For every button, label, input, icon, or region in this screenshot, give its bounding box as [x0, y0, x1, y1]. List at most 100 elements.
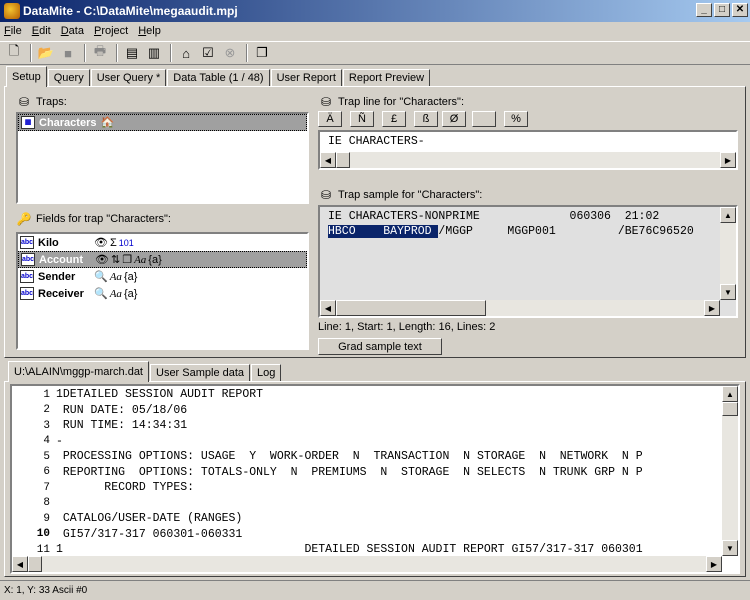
field-item-kilo[interactable]: abc Kilo 👁 Σ 101	[18, 234, 307, 251]
editor-line[interactable]: 5 PROCESSING OPTIONS: USAGE Y WORK-ORDER…	[12, 449, 738, 465]
scroll-down-icon[interactable]: ▼	[720, 284, 736, 300]
editor-line[interactable]: 7 RECORD TYPES:	[12, 480, 738, 496]
data-editor[interactable]: 1 1DETAILED SESSION AUDIT REPORT 2 RUN DAT…	[10, 384, 740, 574]
open-folder-icon[interactable]: 📂	[36, 43, 56, 63]
print-icon[interactable]: 🖶	[90, 43, 110, 63]
trap-sample-hscroll[interactable]: ◀ ▶	[320, 300, 720, 316]
scroll-up-icon[interactable]: ▲	[720, 207, 736, 223]
fields-list[interactable]: abc Kilo 👁 Σ 101 abc Account 👁 ⇅ ❐ Aa {a} abc …	[16, 232, 309, 350]
editor-line[interactable]: 6 REPORTING OPTIONS: TOTALS-ONLY N PREMI…	[12, 465, 738, 481]
scroll-thumb[interactable]	[336, 152, 350, 168]
maximize-button[interactable]: □	[714, 3, 730, 17]
field-item-sender[interactable]: abc Sender 🔍 Aa {a}	[18, 268, 307, 285]
menu-project[interactable]: Project	[94, 25, 128, 37]
trap-sample-vscroll[interactable]: ▲ ▼	[720, 207, 736, 300]
tab-data-table[interactable]: Data Table (1 / 48)	[167, 69, 270, 87]
editor-line[interactable]: 2 RUN DATE: 05/18/06	[12, 403, 738, 419]
field-item-account[interactable]: abc Account 👁 ⇅ ❐ Aa {a}	[18, 251, 307, 268]
trap-sample-line-1[interactable]: IE CHARACTERS-NONPRIME 060306 21:02	[320, 207, 736, 224]
trap-sample-box[interactable]: IE CHARACTERS-NONPRIME 060306 21:02 HBCO…	[318, 205, 738, 318]
line-text[interactable]: RUN DATE: 05/18/06	[56, 404, 187, 417]
tab-user-report[interactable]: User Report	[270, 69, 342, 87]
menu-edit[interactable]: Edit	[32, 25, 51, 37]
tab-setup[interactable]: Setup	[6, 66, 47, 87]
close-button[interactable]: ✕	[732, 3, 748, 17]
editor-vscroll[interactable]: ▲ ▼	[722, 386, 738, 556]
trap-line-box[interactable]: IE CHARACTERS- ◀ ▶	[318, 130, 738, 170]
line-text[interactable]: REPORTING OPTIONS: TOTALS-ONLY N PREMIUM…	[56, 466, 643, 479]
scroll-down-icon[interactable]: ▼	[722, 540, 738, 556]
import-icon[interactable]: ▤	[122, 43, 142, 63]
line-number: 3	[43, 419, 50, 432]
line-text[interactable]: 1DETAILED SESSION AUDIT REPORT	[56, 388, 263, 401]
line-text[interactable]: CATALOG/USER-DATE (RANGES)	[56, 512, 242, 525]
scroll-left-icon[interactable]: ◀	[320, 152, 336, 168]
record-icon: abc	[20, 270, 34, 283]
tab-query[interactable]: Query	[47, 69, 90, 87]
validate-icon[interactable]: ☑	[198, 43, 218, 63]
trap-line-hscroll[interactable]: ◀ ▶	[320, 152, 736, 168]
scroll-right-icon[interactable]: ▶	[706, 556, 722, 572]
save-icon[interactable]: ■	[58, 43, 78, 63]
line-text[interactable]: -	[56, 435, 63, 448]
trap-sample-line-2[interactable]: /MGGP MGGP001 /BE76C96520	[438, 225, 693, 238]
scroll-thumb[interactable]	[722, 402, 738, 416]
char-button-pound[interactable]: £	[382, 111, 406, 127]
char-button-eszett[interactable]: ß	[414, 111, 438, 127]
editor-line[interactable]: 8	[12, 496, 738, 512]
tab-user-sample-data[interactable]: User Sample data	[150, 364, 251, 382]
scroll-left-icon[interactable]: ◀	[12, 556, 28, 572]
search-icon: 🔍	[94, 288, 108, 300]
toolbar-separator	[30, 44, 32, 62]
menu-file[interactable]: File	[4, 25, 22, 37]
fields-icon: 🔑	[16, 212, 32, 226]
menu-bar: File Edit Data Project Help	[0, 22, 750, 40]
line-number: 2	[43, 404, 50, 417]
tab-report-preview[interactable]: Report Preview	[342, 69, 431, 87]
scroll-thumb[interactable]	[336, 300, 486, 316]
line-text[interactable]: GI57/317-317 060301-060331	[56, 528, 242, 541]
line-text[interactable]: RECORD TYPES:	[56, 481, 194, 494]
traps-list[interactable]: ▦ Characters 🏠	[16, 112, 309, 204]
export-icon[interactable]: ▥	[144, 43, 164, 63]
status-text: X: 1, Y: 33 Ascii #0	[4, 585, 88, 596]
minimize-button[interactable]: _	[696, 3, 712, 17]
char-button-o-slash[interactable]: Ø	[442, 111, 466, 127]
editor-line[interactable]: 1 1DETAILED SESSION AUDIT REPORT	[12, 387, 738, 403]
editor-line[interactable]: 9 CATALOG/USER-DATE (RANGES)	[12, 511, 738, 527]
cancel-icon[interactable]: ⊗	[220, 43, 240, 63]
tab-user-query[interactable]: User Query *	[90, 69, 167, 87]
trap-line-text[interactable]: IE CHARACTERS-	[320, 132, 736, 148]
menu-help[interactable]: Help	[138, 25, 161, 37]
editor-line[interactable]: 4-	[12, 434, 738, 450]
line-text[interactable]: RUN TIME: 14:34:31	[56, 419, 187, 432]
editor-line[interactable]: 10 GI57/317-317 060301-060331	[12, 527, 738, 543]
trap-sample-highlight[interactable]: HBCO BAYPROD	[328, 225, 439, 238]
scroll-left-icon[interactable]: ◀	[320, 300, 336, 316]
field-item-receiver[interactable]: abc Receiver 🔍 Aa {a}	[18, 285, 307, 302]
trap-item[interactable]: ▦ Characters 🏠	[18, 114, 307, 131]
char-button-blank[interactable]	[472, 111, 496, 127]
new-file-icon[interactable]: 🗋	[4, 43, 24, 63]
scroll-right-icon[interactable]: ▶	[720, 152, 736, 168]
tab-log[interactable]: Log	[251, 364, 282, 382]
copy-icon[interactable]: ❐	[252, 43, 272, 63]
tab-data-file[interactable]: U:\ALAIN\mggp-march.dat	[8, 361, 149, 382]
trap-sample-icon: ⛁	[320, 188, 332, 202]
scroll-thumb[interactable]	[28, 556, 42, 572]
line-text[interactable]: 1 DETAILED SESSION AUDIT REPORT GI57/317…	[56, 543, 643, 556]
char-button-percent[interactable]: %	[504, 111, 528, 127]
menu-data[interactable]: Data	[61, 25, 84, 37]
scroll-right-icon[interactable]: ▶	[704, 300, 720, 316]
char-button-n-tilde[interactable]: Ñ	[350, 111, 374, 127]
scroll-up-icon[interactable]: ▲	[722, 386, 738, 402]
line-text[interactable]: PROCESSING OPTIONS: USAGE Y WORK-ORDER N…	[56, 450, 643, 463]
grab-sample-button[interactable]: Grad sample text	[318, 338, 442, 355]
bottom-tabs: U:\ALAIN\mggp-march.dat User Sample data…	[8, 361, 282, 382]
sample-status: Line: 1, Start: 1, Length: 16, Lines: 2	[318, 321, 496, 333]
run-query-icon[interactable]: ⌂	[176, 43, 196, 63]
char-button-a-umlaut[interactable]: Ä	[318, 111, 342, 127]
editor-hscroll[interactable]: ◀ ▶	[12, 556, 722, 572]
window-title: DataMite - C:\DataMite\megaaudit.mpj	[23, 4, 238, 18]
editor-line[interactable]: 3 RUN TIME: 14:34:31	[12, 418, 738, 434]
